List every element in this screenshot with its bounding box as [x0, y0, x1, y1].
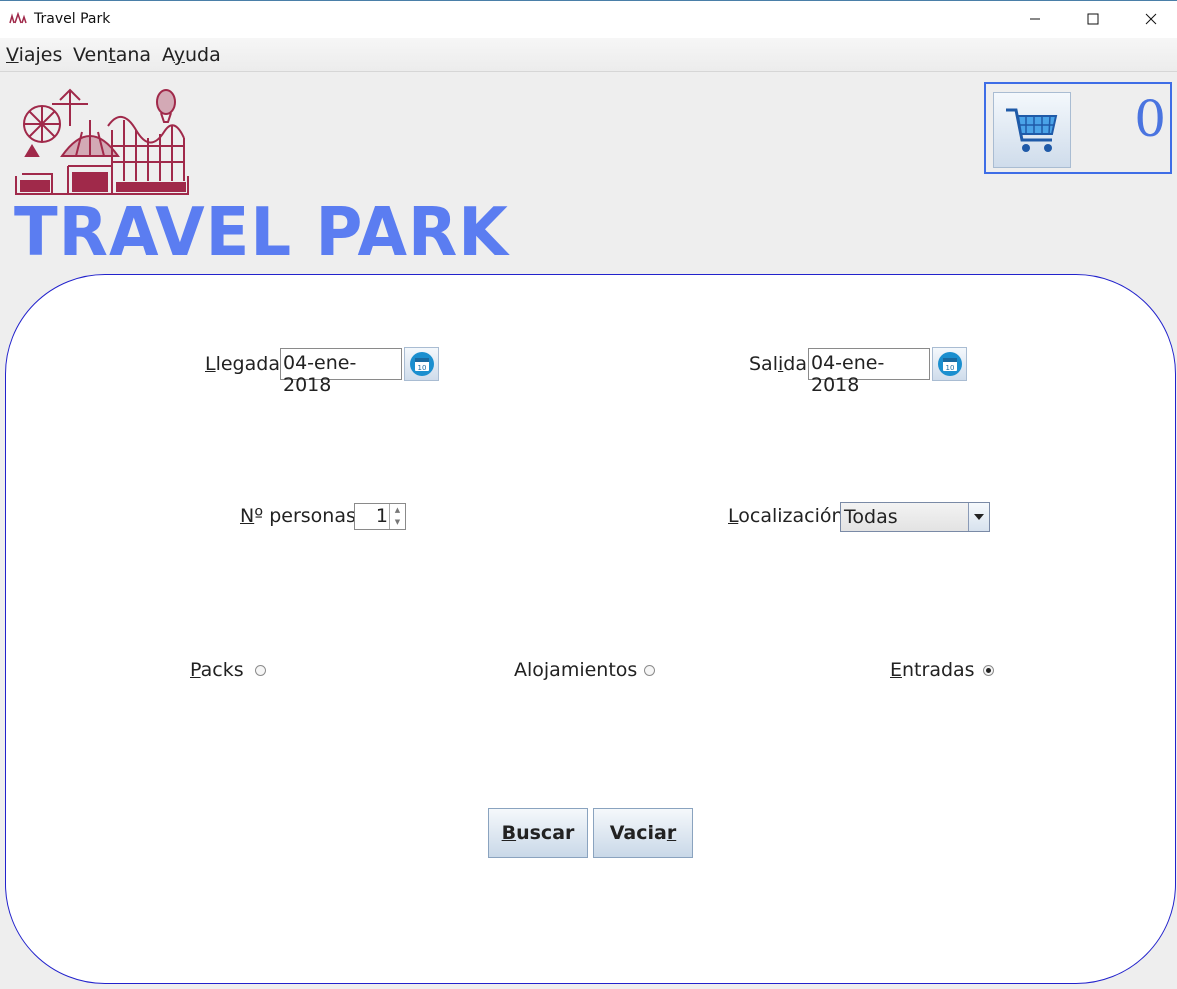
maximize-icon	[1087, 13, 1099, 25]
cart-summary: 0	[984, 82, 1172, 174]
menu-ventana-mnemonic: t	[108, 44, 116, 66]
salida-label: Salida	[749, 353, 807, 375]
localizacion-combobox[interactable]: Todas	[840, 502, 990, 532]
close-icon	[1145, 13, 1157, 25]
vaciar-mnemonic: r	[666, 822, 677, 844]
menu-ayuda-mnemonic: y	[173, 44, 185, 66]
llegada-date-field[interactable]: 04-ene-2018	[280, 348, 402, 396]
packs-radio[interactable]	[255, 665, 266, 676]
shopping-cart-icon	[1006, 108, 1058, 152]
vaciar-label: Vacia	[609, 822, 667, 844]
cart-item-count: 0	[1134, 90, 1166, 148]
menu-viajes-label: iajes	[18, 44, 63, 66]
entradas-label: Entradas	[890, 659, 975, 681]
personas-spinner[interactable]: 1 ▲ ▼	[354, 503, 406, 530]
localizacion-dropdown-button[interactable]	[968, 503, 989, 531]
localizacion-mnemonic: L	[728, 505, 739, 527]
salida-calendar-button[interactable]: 10	[932, 347, 967, 381]
spinner-arrows: ▲ ▼	[389, 504, 405, 529]
minimize-icon	[1030, 18, 1040, 20]
localizacion-selected-value: Todas	[844, 506, 898, 528]
personas-value: 1	[375, 505, 388, 527]
entradas-label-text: ntradas	[902, 659, 975, 681]
svg-text:10: 10	[945, 364, 954, 372]
menu-ventana[interactable]: Ventana	[73, 44, 151, 66]
entradas-mnemonic: E	[890, 659, 903, 681]
cart-button[interactable]	[993, 92, 1071, 168]
maximize-button[interactable]	[1070, 1, 1116, 37]
llegada-label-text: legada	[215, 353, 280, 375]
app-logo-icon	[9, 12, 27, 24]
menu-viajes-mnemonic: V	[6, 44, 19, 66]
vaciar-button[interactable]: Vacia r	[593, 808, 693, 858]
calendar-icon: 10	[937, 352, 962, 376]
llegada-label: Llegada	[205, 353, 280, 375]
buscar-button[interactable]: Buscar	[488, 808, 588, 858]
menu-ventana-label-end: ana	[115, 44, 152, 66]
search-panel	[5, 274, 1176, 984]
menu-ayuda[interactable]: Ayuda	[162, 44, 221, 66]
personas-label-text: º personas	[254, 505, 356, 527]
alojamientos-radio[interactable]	[644, 665, 655, 676]
llegada-mnemonic: L	[205, 353, 216, 375]
title-bar: Travel Park	[0, 0, 1177, 38]
svg-text:10: 10	[417, 364, 426, 372]
alojamientos-label: Alojamientos	[514, 659, 638, 681]
packs-mnemonic: P	[190, 659, 201, 681]
menu-ventana-label-start: Ven	[73, 44, 109, 66]
packs-label: Packs	[190, 659, 244, 681]
close-button[interactable]	[1128, 1, 1174, 37]
salida-label-end: da	[783, 353, 807, 375]
chevron-down-icon	[974, 514, 984, 520]
menu-viajes[interactable]: Viajes	[6, 44, 62, 66]
brand-title: TRAVEL PARK	[14, 193, 509, 272]
buscar-mnemonic: B	[501, 822, 517, 844]
llegada-calendar-button[interactable]: 10	[404, 347, 439, 381]
entradas-radio[interactable]	[983, 665, 994, 676]
menu-ayuda-label-start: A	[162, 44, 174, 66]
calendar-icon: 10	[409, 352, 434, 376]
minimize-button[interactable]	[1012, 1, 1058, 37]
window-title: Travel Park	[34, 11, 111, 27]
packs-label-text: acks	[200, 659, 244, 681]
salida-label-start: Sal	[749, 353, 778, 375]
menu-ayuda-label-end: uda	[184, 44, 221, 66]
personas-mnemonic: N	[240, 505, 255, 527]
salida-date-field[interactable]: 04-ene-2018	[808, 348, 930, 396]
menu-bar: Viajes Ventana Ayuda	[0, 38, 1177, 72]
amusement-park-logo-image	[15, 88, 189, 195]
personas-label: Nº personas	[240, 505, 356, 527]
buscar-label: uscar	[516, 822, 575, 844]
localizacion-label-text: ocalización	[738, 505, 844, 527]
spinner-up-icon[interactable]: ▲	[390, 504, 405, 516]
spinner-down-icon[interactable]: ▼	[390, 516, 405, 528]
localizacion-label: Localización	[728, 505, 844, 527]
